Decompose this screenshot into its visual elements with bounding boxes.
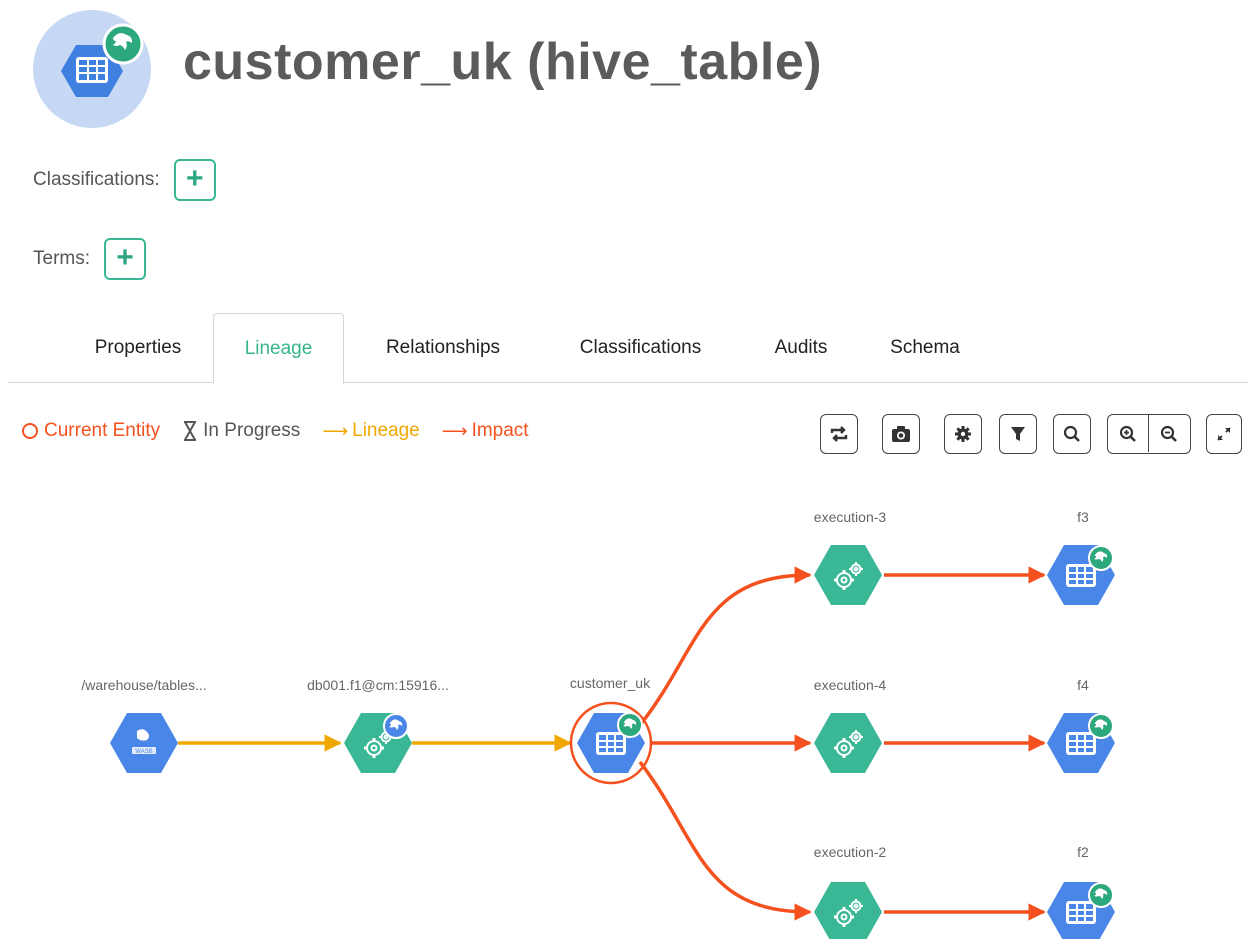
classifications-label: Classifications: <box>33 169 160 190</box>
node-label: execution-4 <box>814 677 887 693</box>
filter-button[interactable] <box>999 414 1037 454</box>
zoom-out-icon <box>1160 425 1177 442</box>
node-label: execution-2 <box>814 844 887 860</box>
search-button[interactable] <box>1053 414 1091 454</box>
filter-icon <box>1011 427 1025 441</box>
lineage-node-execution-2[interactable]: execution-2 <box>813 844 887 939</box>
tab-classifications[interactable]: Classifications <box>553 313 728 383</box>
camera-icon <box>892 426 910 442</box>
plus-icon: + <box>116 241 134 274</box>
add-term-button[interactable]: + <box>104 238 146 280</box>
export-image-button[interactable] <box>882 414 920 454</box>
tab-relationships[interactable]: Relationships <box>363 313 523 383</box>
lineage-node-execution-3[interactable]: execution-3 <box>813 509 887 606</box>
edge-impact <box>638 760 812 921</box>
fullscreen-icon <box>1217 427 1231 441</box>
settings-button[interactable] <box>944 414 982 454</box>
lineage-legend: Current Entity In Progress ⟶ Lineage ⟶ I… <box>22 420 551 442</box>
node-label: execution-3 <box>814 509 887 525</box>
hdfs-path-icon <box>110 713 178 773</box>
hive-badge-icon <box>617 712 643 738</box>
lineage-arrow-icon: ⟶ <box>322 420 349 441</box>
hourglass-icon <box>184 421 197 441</box>
classifications-row: Classifications: + <box>33 159 216 201</box>
hive-badge-icon <box>383 713 409 739</box>
realign-button[interactable] <box>820 414 858 454</box>
lineage-node-execution-4[interactable]: execution-4 <box>813 677 887 774</box>
edge-impact <box>638 566 812 727</box>
lineage-node-warehouse[interactable]: /warehouse/tables... <box>81 677 207 773</box>
zoom-out-button[interactable] <box>1148 415 1188 452</box>
node-label: /warehouse/tables... <box>81 677 206 693</box>
tab-schema[interactable]: Schema <box>870 313 980 383</box>
search-icon <box>1063 425 1080 442</box>
node-label: customer_uk <box>570 675 651 691</box>
plus-icon: + <box>185 162 204 195</box>
realign-icon <box>830 426 848 442</box>
entity-tabs: Properties Lineage Relationships Classif… <box>8 313 1248 384</box>
lineage-node-f4[interactable]: f4 <box>1047 677 1115 773</box>
terms-row: Terms: + <box>33 238 146 280</box>
legend-lineage: ⟶ Lineage <box>322 420 420 441</box>
process-gear-icon <box>813 881 883 939</box>
settings-icon <box>955 426 971 442</box>
legend-impact: ⟶ Impact <box>441 420 529 441</box>
legend-in-progress: In Progress <box>182 420 300 442</box>
process-gear-icon <box>813 544 883 606</box>
zoom-in-button[interactable] <box>1108 415 1148 452</box>
hive-table-icon <box>33 10 151 128</box>
hive-badge-icon <box>1088 545 1114 571</box>
zoom-in-icon <box>1119 425 1136 442</box>
impact-arrow-icon: ⟶ <box>441 420 468 441</box>
process-gear-icon <box>813 712 883 774</box>
hive-badge-icon <box>1088 713 1114 739</box>
lineage-node-customer-uk[interactable]: customer_uk <box>569 675 653 785</box>
node-label: f4 <box>1077 677 1089 693</box>
lineage-node-f3[interactable]: f3 <box>1047 509 1115 605</box>
lineage-graph[interactable]: WASB /warehouse/tables... db001.f1@cm:15… <box>0 480 1248 939</box>
node-label: f2 <box>1077 844 1089 860</box>
tab-audits[interactable]: Audits <box>756 313 846 383</box>
node-label: db001.f1@cm:15916... <box>307 677 449 693</box>
legend-current-entity: Current Entity <box>22 420 160 442</box>
page-title: customer_uk (hive_table) <box>183 33 823 91</box>
zoom-controls <box>1107 414 1191 454</box>
tab-lineage[interactable]: Lineage <box>213 313 344 384</box>
lineage-node-db001[interactable]: db001.f1@cm:15916... <box>307 677 449 774</box>
tab-properties[interactable]: Properties <box>68 313 208 383</box>
add-classification-button[interactable]: + <box>173 159 216 201</box>
entity-header: customer_uk (hive_table) <box>33 10 1233 130</box>
fullscreen-button[interactable] <box>1206 414 1242 454</box>
lineage-node-f2[interactable]: f2 <box>1047 844 1115 939</box>
hive-badge-icon <box>1088 882 1114 908</box>
current-entity-ring-icon <box>22 423 38 439</box>
terms-label: Terms: <box>33 248 90 269</box>
node-label: f3 <box>1077 509 1089 525</box>
